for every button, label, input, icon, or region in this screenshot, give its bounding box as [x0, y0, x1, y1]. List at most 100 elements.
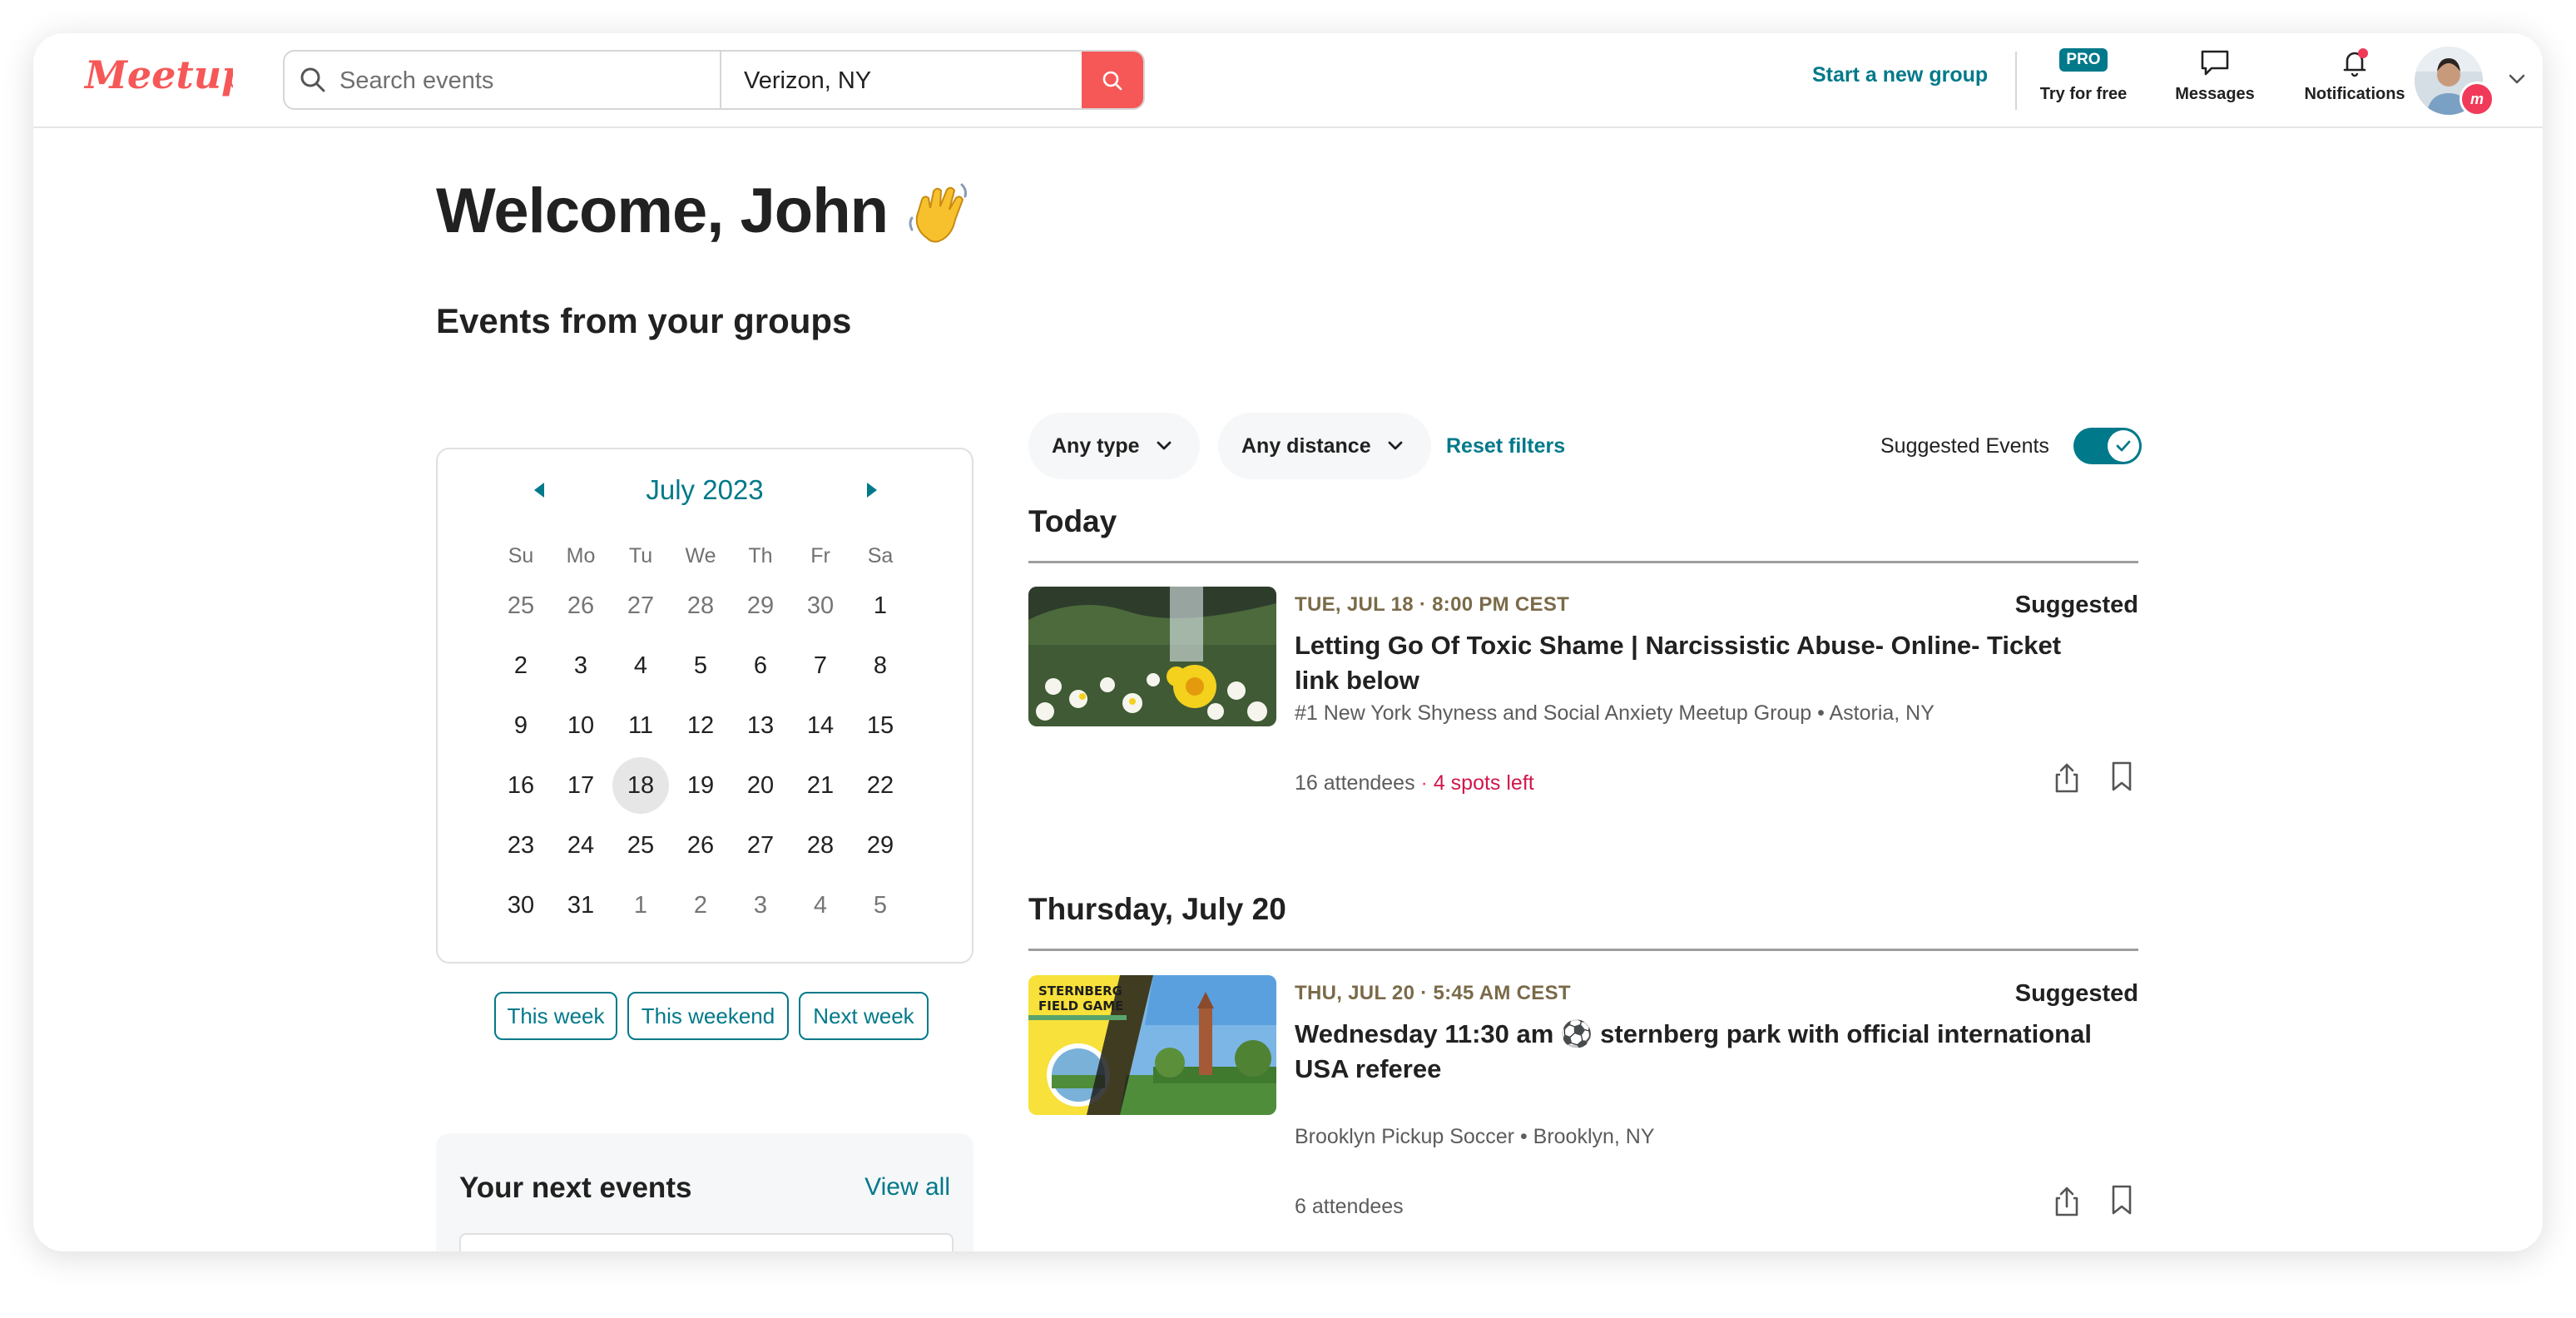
- event-date: TUE, JUL 18 · 8:00 PM CEST: [1295, 593, 1570, 616]
- calendar-day[interactable]: 2: [671, 875, 731, 935]
- section-divider: [1028, 949, 2138, 951]
- event-group: #1 New York Shyness and Social Anxiety M…: [1295, 701, 1934, 725]
- search-icon: [1102, 71, 1122, 91]
- calendar-day[interactable]: 15: [850, 696, 910, 756]
- calendar-day[interactable]: 31: [551, 875, 611, 935]
- calendar-day[interactable]: 27: [611, 576, 671, 636]
- next-month-icon[interactable]: [859, 478, 884, 503]
- event-card[interactable]: STERNBERG FIELD GAME THU, JUL 20 · 5:45 …: [1028, 975, 2138, 1218]
- calendar-day[interactable]: 4: [611, 636, 671, 696]
- messages-button[interactable]: Messages: [2163, 48, 2266, 104]
- share-icon[interactable]: [2052, 1185, 2082, 1218]
- section-subtitle: Events from your groups: [436, 301, 852, 340]
- distance-filter-label: Any distance: [1241, 434, 1371, 458]
- section-heading-today: Today: [1028, 504, 1117, 538]
- pro-badge: PRO: [2059, 48, 2108, 72]
- calendar-day[interactable]: 26: [671, 815, 731, 875]
- section-heading-thursday: Thursday, July 20: [1028, 892, 1286, 926]
- weekday-label: Th: [748, 543, 773, 567]
- suggested-label: Suggested: [2014, 980, 2138, 1007]
- this-weekend-button[interactable]: This weekend: [627, 992, 789, 1040]
- message-icon: [2201, 50, 2229, 76]
- calendar-day[interactable]: 29: [850, 815, 910, 875]
- weekday-label: Fr: [810, 543, 830, 567]
- bookmark-icon[interactable]: [2107, 760, 2137, 793]
- suggested-label: Suggested: [2014, 592, 2138, 618]
- calendar-day[interactable]: 12: [671, 696, 731, 756]
- share-icon[interactable]: [2052, 761, 2082, 795]
- event-title[interactable]: Letting Go Of Toxic Shame | Narcissistic…: [1295, 628, 2110, 698]
- image-caption: STERNBERG: [1038, 984, 1122, 998]
- calendar-day[interactable]: 25: [611, 815, 671, 875]
- calendar-day[interactable]: 1: [611, 875, 671, 935]
- next-event-card[interactable]: [459, 1233, 954, 1251]
- notifications-button[interactable]: Notifications: [2280, 48, 2430, 104]
- suggested-events-toggle[interactable]: [2073, 428, 2142, 464]
- type-filter-dropdown[interactable]: Any type: [1028, 413, 1200, 479]
- calendar-day[interactable]: 7: [790, 636, 850, 696]
- weekday-label: Mo: [566, 543, 596, 567]
- calendar-day[interactable]: 25: [491, 576, 551, 636]
- top-header: Meetup Start a new group PRO Try for fre…: [33, 33, 2543, 128]
- calendar-day[interactable]: 28: [671, 576, 731, 636]
- event-title[interactable]: Wednesday 11:30 am ⚽ sternberg park with…: [1295, 1017, 2110, 1087]
- calendar-day[interactable]: 16: [491, 756, 551, 815]
- notification-dot: [2358, 48, 2368, 58]
- try-pro-button[interactable]: PRO Try for free: [2040, 48, 2127, 104]
- search-button[interactable]: [1082, 52, 1143, 108]
- calendar-day[interactable]: 6: [731, 636, 790, 696]
- calendar-day-selected[interactable]: 18: [611, 756, 671, 815]
- meetup-logo[interactable]: Meetup: [83, 48, 233, 107]
- meetup-plus-badge: m: [2460, 82, 2494, 116]
- location-input[interactable]: [742, 52, 1078, 108]
- calendar-day[interactable]: 22: [850, 756, 910, 815]
- chevron-down-icon[interactable]: [2506, 68, 2528, 90]
- calendar-day[interactable]: 2: [491, 636, 551, 696]
- calendar-day[interactable]: 9: [491, 696, 551, 756]
- calendar-day[interactable]: 11: [611, 696, 671, 756]
- view-all-link[interactable]: View all: [864, 1173, 950, 1202]
- calendar-day[interactable]: 14: [790, 696, 850, 756]
- next-events-title: Your next events: [459, 1172, 692, 1204]
- event-image: STERNBERG FIELD GAME: [1028, 975, 1276, 1115]
- calendar-day[interactable]: 29: [731, 576, 790, 636]
- event-date: THU, JUL 20 · 5:45 AM CEST: [1295, 982, 1571, 1004]
- calendar-day[interactable]: 8: [850, 636, 910, 696]
- bookmark-icon[interactable]: [2107, 1183, 2137, 1216]
- calendar-day[interactable]: 30: [790, 576, 850, 636]
- calendar-day[interactable]: 13: [731, 696, 790, 756]
- start-new-group-link[interactable]: Start a new group: [1812, 63, 1988, 87]
- calendar-grid: Su Mo Tu We Th Fr Sa 25 26 27 28 29 30 1 2 3 4 5 6 7 8 9 10 11 1…: [491, 536, 910, 935]
- separator-dot: ·: [1420, 771, 1434, 795]
- attendee-count: 16 attendees: [1295, 771, 1415, 795]
- calendar-day[interactable]: 3: [551, 636, 611, 696]
- reset-filters-link[interactable]: Reset filters: [1446, 434, 1565, 458]
- calendar-day[interactable]: 27: [731, 815, 790, 875]
- calendar-day[interactable]: 21: [790, 756, 850, 815]
- search-input[interactable]: [338, 52, 707, 108]
- calendar-day[interactable]: 24: [551, 815, 611, 875]
- toggle-knob: [2108, 430, 2139, 462]
- svg-text:Meetup: Meetup: [83, 52, 233, 97]
- calendar-day[interactable]: 4: [790, 875, 850, 935]
- waving-hand-icon: [909, 183, 967, 243]
- calendar-day[interactable]: 20: [731, 756, 790, 815]
- calendar-day[interactable]: 30: [491, 875, 551, 935]
- messages-label: Messages: [2175, 85, 2255, 103]
- calendar-day[interactable]: 19: [671, 756, 731, 815]
- page-title: Welcome, John: [436, 176, 889, 246]
- distance-filter-dropdown[interactable]: Any distance: [1218, 413, 1431, 479]
- this-week-button[interactable]: This week: [494, 992, 617, 1040]
- calendar-day[interactable]: 5: [850, 875, 910, 935]
- next-week-button[interactable]: Next week: [799, 992, 929, 1040]
- calendar-day[interactable]: 10: [551, 696, 611, 756]
- event-card[interactable]: TUE, JUL 18 · 8:00 PM CEST Suggested Let…: [1028, 587, 2138, 795]
- calendar-day[interactable]: 17: [551, 756, 611, 815]
- calendar-day[interactable]: 3: [731, 875, 790, 935]
- calendar-day[interactable]: 28: [790, 815, 850, 875]
- calendar-day[interactable]: 1: [850, 576, 910, 636]
- weekday-label: Tu: [628, 543, 653, 567]
- calendar-day[interactable]: 23: [491, 815, 551, 875]
- calendar-day[interactable]: 26: [551, 576, 611, 636]
- calendar-day[interactable]: 5: [671, 636, 731, 696]
